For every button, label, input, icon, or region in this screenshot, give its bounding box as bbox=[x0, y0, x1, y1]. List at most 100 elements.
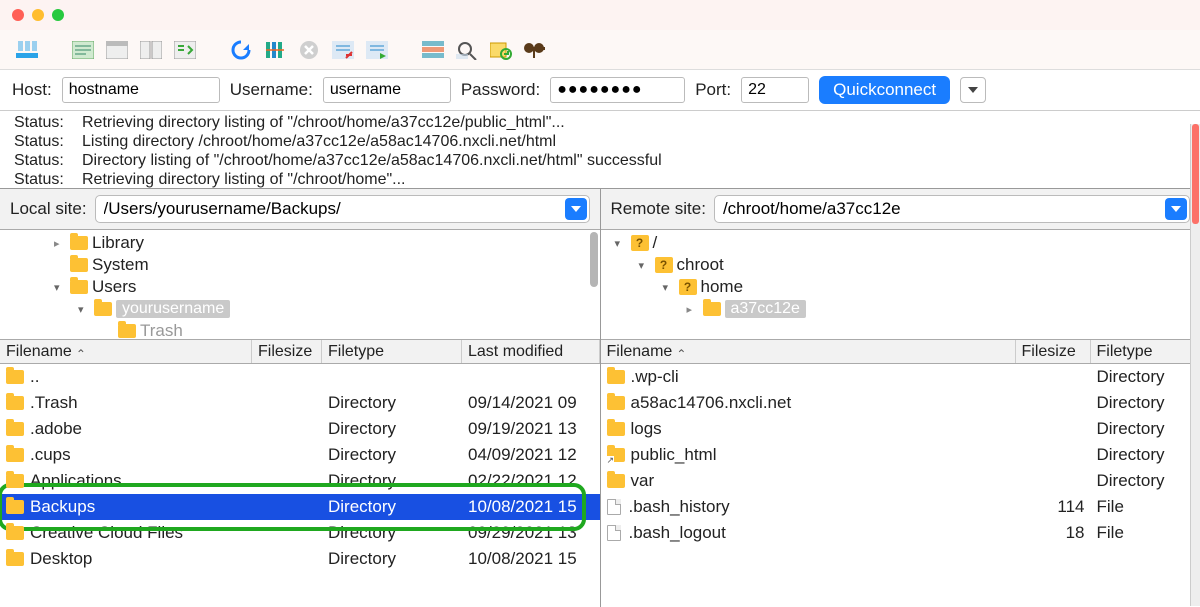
list-item[interactable]: .cupsDirectory04/09/2021 12 bbox=[0, 442, 600, 468]
file-icon bbox=[607, 525, 621, 541]
log-message: Retrieving directory listing of "/chroot… bbox=[82, 113, 565, 132]
tree-item[interactable]: Library bbox=[0, 232, 600, 254]
list-item[interactable]: Creative Cloud FilesDirectory09/29/2021 … bbox=[0, 520, 600, 546]
folder-icon bbox=[118, 324, 136, 338]
folder-icon bbox=[6, 474, 24, 488]
compare-button[interactable] bbox=[486, 36, 516, 64]
tree-item[interactable]: a37cc12e bbox=[601, 298, 1200, 320]
scrollbar-thumb[interactable] bbox=[590, 232, 598, 287]
folder-icon bbox=[607, 422, 625, 436]
port-input[interactable] bbox=[741, 77, 809, 103]
list-item[interactable]: .TrashDirectory09/14/2021 09 bbox=[0, 390, 600, 416]
local-tree[interactable]: Library System Users yourusername Trash bbox=[0, 230, 600, 340]
folder-icon bbox=[703, 302, 721, 316]
disconnect-button[interactable] bbox=[328, 36, 358, 64]
toolbar bbox=[0, 30, 1200, 70]
col-filesize[interactable]: Filesize bbox=[252, 340, 322, 363]
log-label: Status: bbox=[14, 151, 64, 170]
unknown-folder-icon: ? bbox=[655, 257, 673, 273]
unknown-folder-icon: ? bbox=[631, 235, 649, 251]
list-item[interactable]: DesktopDirectory10/08/2021 15 bbox=[0, 546, 600, 572]
expand-icon[interactable] bbox=[639, 259, 651, 272]
tree-item[interactable]: System bbox=[0, 254, 600, 276]
remote-site-label: Remote site: bbox=[611, 199, 706, 219]
reconnect-button[interactable] bbox=[362, 36, 392, 64]
col-modified[interactable]: Last modified bbox=[462, 340, 600, 363]
host-label: Host: bbox=[12, 80, 52, 100]
list-item[interactable]: .. bbox=[0, 364, 600, 390]
col-filename[interactable]: Filename bbox=[0, 340, 252, 363]
col-filetype[interactable]: Filetype bbox=[1091, 340, 1200, 363]
toggle-local-tree-button[interactable] bbox=[102, 36, 132, 64]
col-filesize[interactable]: Filesize bbox=[1016, 340, 1091, 363]
folder-icon bbox=[6, 526, 24, 540]
folder-icon bbox=[70, 280, 88, 294]
list-item[interactable]: a58ac14706.nxcli.netDirectory bbox=[601, 390, 1200, 416]
list-item[interactable]: ApplicationsDirectory02/22/2021 12 bbox=[0, 468, 600, 494]
list-item[interactable]: BackupsDirectory10/08/2021 15 bbox=[0, 494, 600, 520]
remote-path-input[interactable] bbox=[714, 195, 1190, 223]
col-filename[interactable]: Filename bbox=[601, 340, 1016, 363]
col-filetype[interactable]: Filetype bbox=[322, 340, 462, 363]
filter-button[interactable] bbox=[418, 36, 448, 64]
expand-icon[interactable] bbox=[54, 237, 66, 250]
quickconnect-button[interactable]: Quickconnect bbox=[819, 76, 950, 104]
username-input[interactable] bbox=[323, 77, 451, 103]
expand-icon[interactable] bbox=[615, 237, 627, 250]
tree-item[interactable]: ? home bbox=[601, 276, 1200, 298]
local-pane: Local site: Library System Users youruse… bbox=[0, 189, 601, 607]
list-item[interactable]: .wp-cliDirectory bbox=[601, 364, 1200, 390]
local-file-list[interactable]: ...TrashDirectory09/14/2021 09.adobeDire… bbox=[0, 364, 600, 607]
remote-file-list[interactable]: .wp-cliDirectorya58ac14706.nxcli.netDire… bbox=[601, 364, 1200, 607]
maximize-window-button[interactable] bbox=[52, 9, 64, 21]
folder-icon bbox=[6, 448, 24, 462]
expand-icon[interactable] bbox=[687, 303, 699, 316]
local-path-input[interactable] bbox=[95, 195, 590, 223]
connection-bar: Host: Username: Password: Port: Quickcon… bbox=[0, 70, 1200, 111]
sync-browse-button[interactable] bbox=[520, 36, 550, 64]
cancel-button[interactable] bbox=[294, 36, 324, 64]
list-item[interactable]: .adobeDirectory09/19/2021 13 bbox=[0, 416, 600, 442]
toggle-log-button[interactable] bbox=[68, 36, 98, 64]
log-message: Directory listing of "/chroot/home/a37cc… bbox=[82, 151, 662, 170]
search-button[interactable] bbox=[452, 36, 482, 64]
expand-icon[interactable] bbox=[663, 281, 675, 294]
window-scrollbar[interactable] bbox=[1190, 124, 1200, 606]
tree-item[interactable]: ? chroot bbox=[601, 254, 1200, 276]
refresh-button[interactable] bbox=[226, 36, 256, 64]
password-input[interactable] bbox=[550, 77, 685, 103]
list-item[interactable]: .bash_logout18File bbox=[601, 520, 1200, 546]
list-item[interactable]: ↗public_htmlDirectory bbox=[601, 442, 1200, 468]
tree-item[interactable]: Trash bbox=[0, 320, 600, 340]
remote-path-dropdown[interactable] bbox=[1165, 198, 1187, 220]
toggle-queue-button[interactable] bbox=[170, 36, 200, 64]
port-label: Port: bbox=[695, 80, 731, 100]
host-input[interactable] bbox=[62, 77, 220, 103]
list-item[interactable]: varDirectory bbox=[601, 468, 1200, 494]
tree-item[interactable]: ? / bbox=[601, 232, 1200, 254]
folder-icon bbox=[70, 258, 88, 272]
remote-tree[interactable]: ? /? chroot? home a37cc12e bbox=[601, 230, 1200, 340]
username-label: Username: bbox=[230, 80, 313, 100]
toggle-remote-tree-button[interactable] bbox=[136, 36, 166, 64]
local-site-label: Local site: bbox=[10, 199, 87, 219]
expand-icon[interactable] bbox=[78, 303, 90, 316]
folder-icon bbox=[607, 474, 625, 488]
list-item[interactable]: .bash_history114File bbox=[601, 494, 1200, 520]
scrollbar-thumb[interactable] bbox=[1192, 124, 1199, 224]
log-label: Status: bbox=[14, 113, 64, 132]
tree-item[interactable]: yourusername bbox=[0, 298, 600, 320]
list-item[interactable]: logsDirectory bbox=[601, 416, 1200, 442]
minimize-window-button[interactable] bbox=[32, 9, 44, 21]
process-queue-button[interactable] bbox=[260, 36, 290, 64]
local-path-dropdown[interactable] bbox=[565, 198, 587, 220]
close-window-button[interactable] bbox=[12, 9, 24, 21]
log-label: Status: bbox=[14, 170, 64, 189]
message-log[interactable]: Status: Retrieving directory listing of "… bbox=[0, 111, 1200, 189]
quickconnect-history-button[interactable] bbox=[960, 77, 986, 103]
tree-item[interactable]: Users bbox=[0, 276, 600, 298]
unknown-folder-icon: ? bbox=[679, 279, 697, 295]
site-manager-button[interactable] bbox=[12, 36, 42, 64]
expand-icon[interactable] bbox=[54, 281, 66, 294]
folder-icon bbox=[6, 500, 24, 514]
